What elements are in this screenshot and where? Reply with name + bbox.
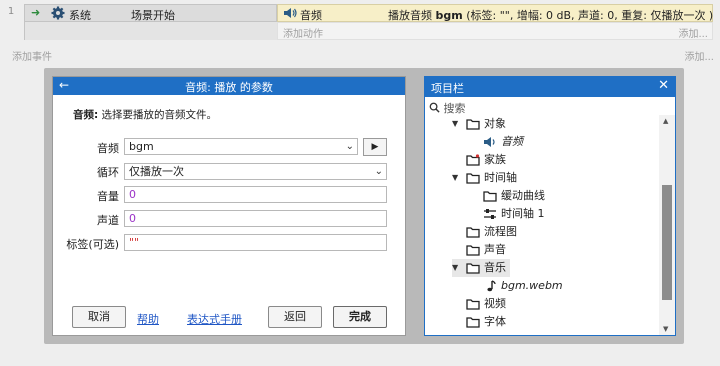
tree-label: 家族 bbox=[484, 153, 506, 166]
audio-select-value: bgm bbox=[129, 140, 154, 153]
cancel-button[interactable]: 取消 bbox=[72, 306, 126, 328]
scroll-down-icon[interactable]: ▼ bbox=[663, 325, 668, 333]
scroll-up-icon[interactable]: ▲ bbox=[663, 117, 668, 125]
field-label-tag: 标签(可选) bbox=[66, 238, 119, 251]
speaker-icon bbox=[484, 137, 495, 147]
dialog-description-bold: 音频: bbox=[73, 109, 99, 121]
folder-icon bbox=[466, 173, 480, 184]
timeline-icon bbox=[484, 209, 496, 219]
dialog-title: 音频: 播放 的参数 bbox=[185, 81, 273, 94]
search-icon bbox=[429, 102, 440, 113]
condition-empty-area bbox=[24, 22, 277, 40]
project-panel-title: 项目栏 bbox=[431, 82, 464, 95]
dialog-description-text: 选择要播放的音频文件。 bbox=[98, 109, 218, 121]
tree-folder-families[interactable]: 家族 bbox=[466, 151, 506, 169]
tree-label: 时间轴 bbox=[484, 171, 517, 184]
folder-icon bbox=[466, 317, 480, 328]
add-action-row[interactable]: 添加动作 添加... bbox=[277, 22, 713, 40]
tree-label: 对象 bbox=[484, 117, 506, 130]
tree-folder-flowcharts[interactable]: 流程图 bbox=[466, 223, 517, 241]
tree-folder-music[interactable]: ▼ 音乐 bbox=[452, 259, 510, 277]
play-icon: ▶ bbox=[371, 142, 379, 152]
project-panel-titlebar: 项目栏 ✕ bbox=[425, 77, 675, 97]
collapse-toggle-icon[interactable]: ▼ bbox=[452, 115, 462, 133]
gear-icon bbox=[51, 6, 65, 20]
collapse-toggle-icon[interactable]: ▼ bbox=[452, 169, 462, 187]
loop-select[interactable]: 仅播放一次 ⌄ bbox=[124, 163, 387, 180]
stereo-input[interactable]: 0 bbox=[124, 210, 387, 227]
tree-folder-objects[interactable]: ▼ 对象 bbox=[452, 115, 506, 133]
folder-icon bbox=[466, 245, 480, 256]
tree-folder-easing-curves[interactable]: 缓动曲线 bbox=[483, 187, 545, 205]
tree-folder-videos[interactable]: 视频 bbox=[466, 295, 506, 313]
chevron-down-icon: ⌄ bbox=[374, 166, 383, 177]
expression-manual-link[interactable]: 表达式手册 bbox=[187, 311, 242, 327]
loop-select-value: 仅播放一次 bbox=[129, 165, 184, 178]
done-button[interactable]: 完成 bbox=[333, 306, 387, 328]
project-tree-scrollbar[interactable]: ▲ ▼ bbox=[659, 115, 675, 335]
tree-label: 视频 bbox=[484, 297, 506, 310]
tree-folder-timelines[interactable]: ▼ 时间轴 bbox=[452, 169, 517, 187]
scrollbar-thumb[interactable] bbox=[662, 185, 672, 300]
chevron-down-icon: ⌄ bbox=[345, 141, 354, 152]
folder-icon bbox=[466, 299, 480, 310]
help-link[interactable]: 帮助 bbox=[137, 311, 159, 327]
volume-input[interactable]: 0 bbox=[124, 186, 387, 203]
collapse-toggle-icon[interactable]: ▼ bbox=[452, 259, 462, 277]
close-icon[interactable]: ✕ bbox=[658, 78, 669, 93]
trigger-arrow-icon: ➜ bbox=[31, 6, 41, 19]
back-button[interactable]: 返回 bbox=[268, 306, 322, 328]
folder-icon bbox=[466, 263, 480, 274]
field-label-loop: 循环 bbox=[97, 166, 119, 179]
action-object-label: 音频 bbox=[300, 9, 322, 22]
tree-item-timeline-1[interactable]: 时间轴 1 bbox=[483, 205, 545, 223]
parameters-dialog: ← 音频: 播放 的参数 音频: 选择要播放的音频文件。 音频 bgm ⌄ ▶ … bbox=[52, 76, 406, 336]
project-tree: ▼ 对象 音频 家族 ▼ 时间轴 缓动曲线 时间轴 1 流程图 声音 ▼ 音乐 bgm… bbox=[425, 115, 659, 335]
tree-label: 声音 bbox=[484, 243, 506, 256]
audio-select[interactable]: bgm ⌄ bbox=[124, 138, 358, 155]
event-row-number: 1 bbox=[7, 6, 15, 17]
action-text-suffix: (标签: "", 增幅: 0 dB, 声道: 0, 重复: 仅播放一次 ) bbox=[462, 9, 714, 22]
field-label-stereo: 声道 bbox=[97, 214, 119, 227]
tree-item-bgm-file[interactable]: bgm.webm bbox=[483, 277, 563, 295]
folder-icon bbox=[466, 119, 480, 130]
tree-folder-sounds[interactable]: 声音 bbox=[466, 241, 506, 259]
folder-icon bbox=[483, 191, 497, 202]
tree-label: 音频 bbox=[501, 135, 523, 148]
action-text-bold: bgm bbox=[435, 9, 463, 22]
action-text-prefix: 播放音频 bbox=[388, 9, 436, 22]
preview-play-button[interactable]: ▶ bbox=[363, 138, 387, 156]
dialog-description: 音频: 选择要播放的音频文件。 bbox=[73, 107, 217, 122]
tree-folder-fonts[interactable]: 字体 bbox=[466, 313, 506, 331]
project-panel: 项目栏 ✕ 搜索 ▼ 对象 音频 家族 ▼ 时间轴 缓动曲线 时间轴 1 流程图 bbox=[424, 76, 676, 336]
tree-label: 缓动曲线 bbox=[501, 189, 545, 202]
tree-item-audio-object[interactable]: 音频 bbox=[483, 133, 523, 151]
action-text: 播放音频 bgm (标签: "", 增幅: 0 dB, 声道: 0, 重复: 仅… bbox=[388, 7, 713, 23]
folder-icon bbox=[466, 227, 480, 238]
add-action-right-link[interactable]: 添加... bbox=[678, 25, 708, 40]
dialog-titlebar: ← 音频: 播放 的参数 bbox=[53, 77, 405, 95]
condition-object-label: 系统 bbox=[69, 9, 91, 22]
tree-label: 字体 bbox=[484, 315, 506, 328]
add-action-link[interactable]: 添加动作 bbox=[283, 25, 323, 40]
project-search[interactable]: 搜索 bbox=[429, 100, 466, 116]
condition-text: 场景开始 bbox=[131, 9, 175, 22]
tree-label: 音乐 bbox=[484, 261, 506, 274]
add-event-right-link[interactable]: 添加... bbox=[684, 48, 714, 63]
speaker-icon bbox=[284, 8, 297, 18]
tree-label: 时间轴 1 bbox=[501, 207, 545, 220]
add-event-link[interactable]: 添加事件 bbox=[12, 48, 52, 63]
tag-input[interactable]: "" bbox=[124, 234, 387, 251]
tree-label: bgm.webm bbox=[501, 279, 563, 292]
folder-icon bbox=[466, 154, 480, 166]
event-action[interactable]: 音频 播放音频 bgm (标签: "", 增幅: 0 dB, 声道: 0, 重复… bbox=[277, 4, 713, 22]
music-note-icon bbox=[487, 280, 496, 292]
field-label-volume: 音量 bbox=[97, 190, 119, 203]
project-search-placeholder: 搜索 bbox=[443, 102, 466, 115]
event-condition[interactable]: ➜ 系统 场景开始 bbox=[24, 4, 277, 22]
field-label-audio: 音频 bbox=[97, 142, 119, 155]
tree-label: 流程图 bbox=[484, 225, 517, 238]
